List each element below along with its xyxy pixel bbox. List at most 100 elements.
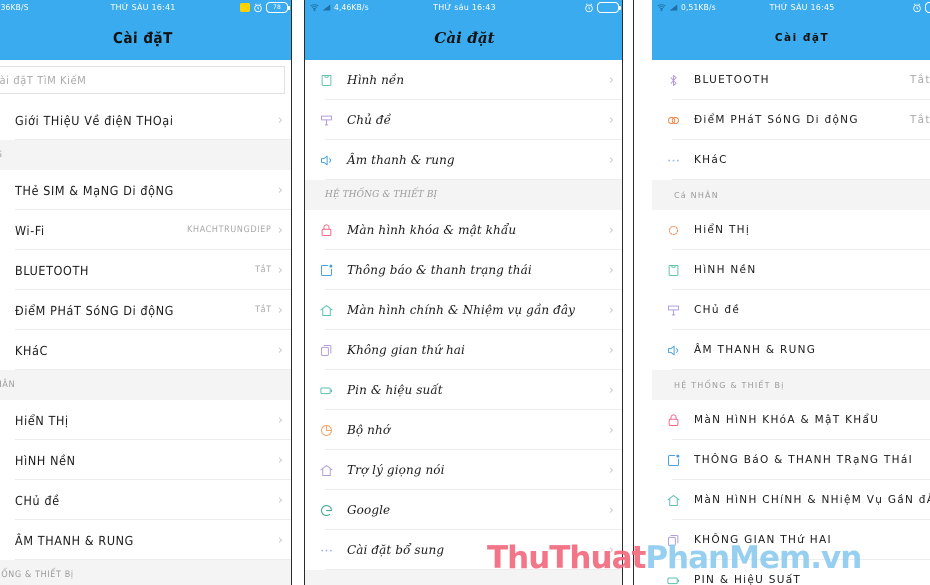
settings-row[interactable]: KHáC› — [0, 330, 291, 370]
settings-row[interactable]: HìNH NềN› — [0, 440, 291, 480]
group-header-label: Cá NHÂN — [674, 190, 719, 200]
settings-row[interactable]: HiểN THị› — [652, 210, 930, 250]
status-left: 4,46KB/s — [310, 3, 369, 12]
chevron-right-icon: › — [277, 112, 283, 128]
settings-row[interactable]: Chủ đề › — [305, 100, 622, 140]
phone-panel-1: ,36KB/S THỨ SÁU 16:41 78 Cài đặT Cài đặT… — [0, 0, 292, 585]
settings-row[interactable]: ĐiểM PHáT SóNG Di độNG TắT › — [0, 290, 291, 330]
settings-row[interactable]: Pin & hiệu suất › — [305, 370, 622, 410]
message-icon — [240, 3, 250, 12]
status-bar: 4,46KB/s THỨ sáu 16:43 — [305, 0, 622, 15]
watermark-part-2: PhanMem.vn — [645, 540, 862, 576]
settings-row[interactable]: ÂM THANH & RUNG› — [652, 330, 930, 370]
more-icon — [652, 153, 694, 168]
settings-row[interactable]: Không gian thứ hai › — [305, 330, 622, 370]
settings-row[interactable]: MàN HìNH KHóA & MậT KHẩU› — [652, 400, 930, 440]
settings-row[interactable]: THÔNG BáO & THANH TRạNG THáI› — [652, 440, 930, 480]
settings-row[interactable]: MàN HìNH CHíNH & NHiệM Vụ GầN đÂY› — [652, 480, 930, 520]
status-bar: ,36KB/S THỨ SÁU 16:41 78 — [0, 0, 291, 15]
chevron-right-icon: › — [608, 222, 614, 238]
group-header-label: NG — [0, 150, 3, 160]
title-bar: Cài đặT — [652, 15, 930, 60]
settings-row[interactable]: KHáC› — [652, 140, 930, 180]
settings-row-label: HiểN THị — [14, 412, 69, 428]
settings-row-label: CHủ đề — [14, 492, 60, 508]
chevron-right-icon: › — [608, 112, 614, 128]
search-area: Cài đặT TìM KiếM — [0, 60, 291, 100]
chevron-right-icon: › — [608, 422, 614, 438]
settings-row-label: ÂM THANH & RUNG — [694, 344, 817, 356]
lock-icon — [305, 223, 347, 238]
google-icon — [305, 503, 347, 518]
settings-row-label: MàN HìNH CHíNH & NHiệM Vụ GầN đÂY — [694, 494, 930, 506]
group-header-label: NHÂN — [0, 380, 16, 390]
settings-row-label: Hình nền — [347, 73, 405, 87]
settings-row[interactable]: BLUETOOTH TắT › — [0, 250, 291, 290]
settings-row[interactable]: Hình nền › — [305, 60, 622, 100]
second-space-icon — [305, 343, 347, 358]
group-header: Cá NHÂN — [652, 180, 930, 210]
settings-row-value: KHACHTRUNGDIEP — [187, 225, 272, 235]
group-header: NHÂN — [0, 370, 291, 400]
settings-row-value: Tắt — [909, 74, 930, 86]
settings-row[interactable]: HiểN THị › — [0, 400, 291, 440]
home-icon — [305, 303, 347, 318]
chevron-right-icon: › — [608, 342, 614, 358]
status-right — [912, 2, 930, 13]
settings-row[interactable]: Màn hình khóa & mật khẩu › — [305, 210, 622, 250]
settings-row[interactable]: Trợ lý giọng nói › — [305, 450, 622, 490]
settings-row[interactable]: HìNH NềN› — [652, 250, 930, 290]
settings-row-label: MàN HìNH KHóA & MậT KHẩU — [694, 414, 880, 426]
search-input[interactable]: Cài đặT TìM KiếM — [0, 66, 285, 94]
settings-row[interactable]: CHủ đề› — [652, 290, 930, 330]
home-icon — [652, 493, 694, 508]
chevron-right-icon: › — [277, 342, 283, 358]
settings-row-label: Thông báo & thanh trạng thái — [347, 263, 532, 277]
chevron-right-icon: › — [277, 182, 283, 198]
settings-row-label: Chủ đề — [347, 113, 392, 127]
settings-row-value: TắT — [255, 305, 272, 315]
settings-row[interactable]: BLUETOOTHTắt› — [652, 60, 930, 100]
settings-row[interactable]: Google › — [305, 490, 622, 530]
settings-row[interactable]: Âm thanh & rung › — [305, 140, 622, 180]
settings-row-label: Giới THiệU Về điệN THOại — [14, 112, 174, 128]
watermark: ThuThuatPhanMem.vn — [487, 540, 862, 576]
settings-row-label: Trợ lý giọng nói — [347, 463, 445, 477]
alarm-icon — [585, 2, 593, 12]
status-bar: 0,51KB/s THỨ SÁU 16:45 — [652, 0, 930, 15]
hotspot-icon — [652, 113, 694, 128]
notification-icon — [652, 453, 694, 468]
storage-icon — [305, 423, 347, 438]
settings-row-label: THẻ SIM & MạNG Di độNG — [14, 182, 175, 198]
chevron-right-icon: › — [608, 302, 614, 318]
status-right: 78 — [240, 2, 290, 13]
settings-row[interactable]: Màn hình chính & Nhiệm vụ gần đây › — [305, 290, 622, 330]
chevron-right-icon: › — [608, 502, 614, 518]
settings-row-label: ĐiểM PHáT SóNG Di độNG — [14, 302, 175, 318]
theme-icon — [652, 303, 694, 318]
lock-icon — [652, 413, 694, 428]
settings-row-label: CHủ đề — [694, 304, 741, 316]
wallpaper-icon — [305, 73, 347, 88]
settings-row[interactable]: Giới THiệU Về điệN THOại › — [0, 100, 291, 140]
settings-row-label: Bộ nhớ — [347, 423, 391, 437]
phone-panel-3: 0,51KB/s THỨ SÁU 16:45 Cài đặT BLUETOOTH… — [633, 0, 930, 585]
settings-row[interactable]: Wi-Fi KHACHTRUNGDIEP › — [0, 210, 291, 250]
alarm-icon — [254, 2, 262, 12]
chevron-right-icon: › — [277, 262, 283, 278]
settings-row[interactable]: THẻ SIM & MạNG Di độNG › — [0, 170, 291, 210]
settings-row[interactable]: Bộ nhớ › — [305, 410, 622, 450]
settings-row[interactable]: Thông báo & thanh trạng thái › — [305, 250, 622, 290]
settings-row-label: ÂM THANH & RUNG — [14, 532, 135, 548]
chevron-right-icon: › — [277, 222, 283, 238]
settings-row[interactable]: ĐiểM PHáT SóNG Di độNGTắt› — [652, 100, 930, 140]
signal-icon — [322, 4, 331, 11]
group-header-label: HỆ THỐNG & THIẾT BỊ — [325, 190, 438, 200]
settings-row-value: TắT — [255, 265, 272, 275]
sound-icon — [652, 343, 694, 358]
chevron-right-icon: › — [277, 412, 283, 428]
settings-row[interactable]: ÂM THANH & RUNG› — [0, 520, 291, 560]
network-speed-label: 0,51KB/s — [681, 3, 716, 12]
battery-icon — [597, 2, 621, 13]
settings-row[interactable]: CHủ đề› — [0, 480, 291, 520]
